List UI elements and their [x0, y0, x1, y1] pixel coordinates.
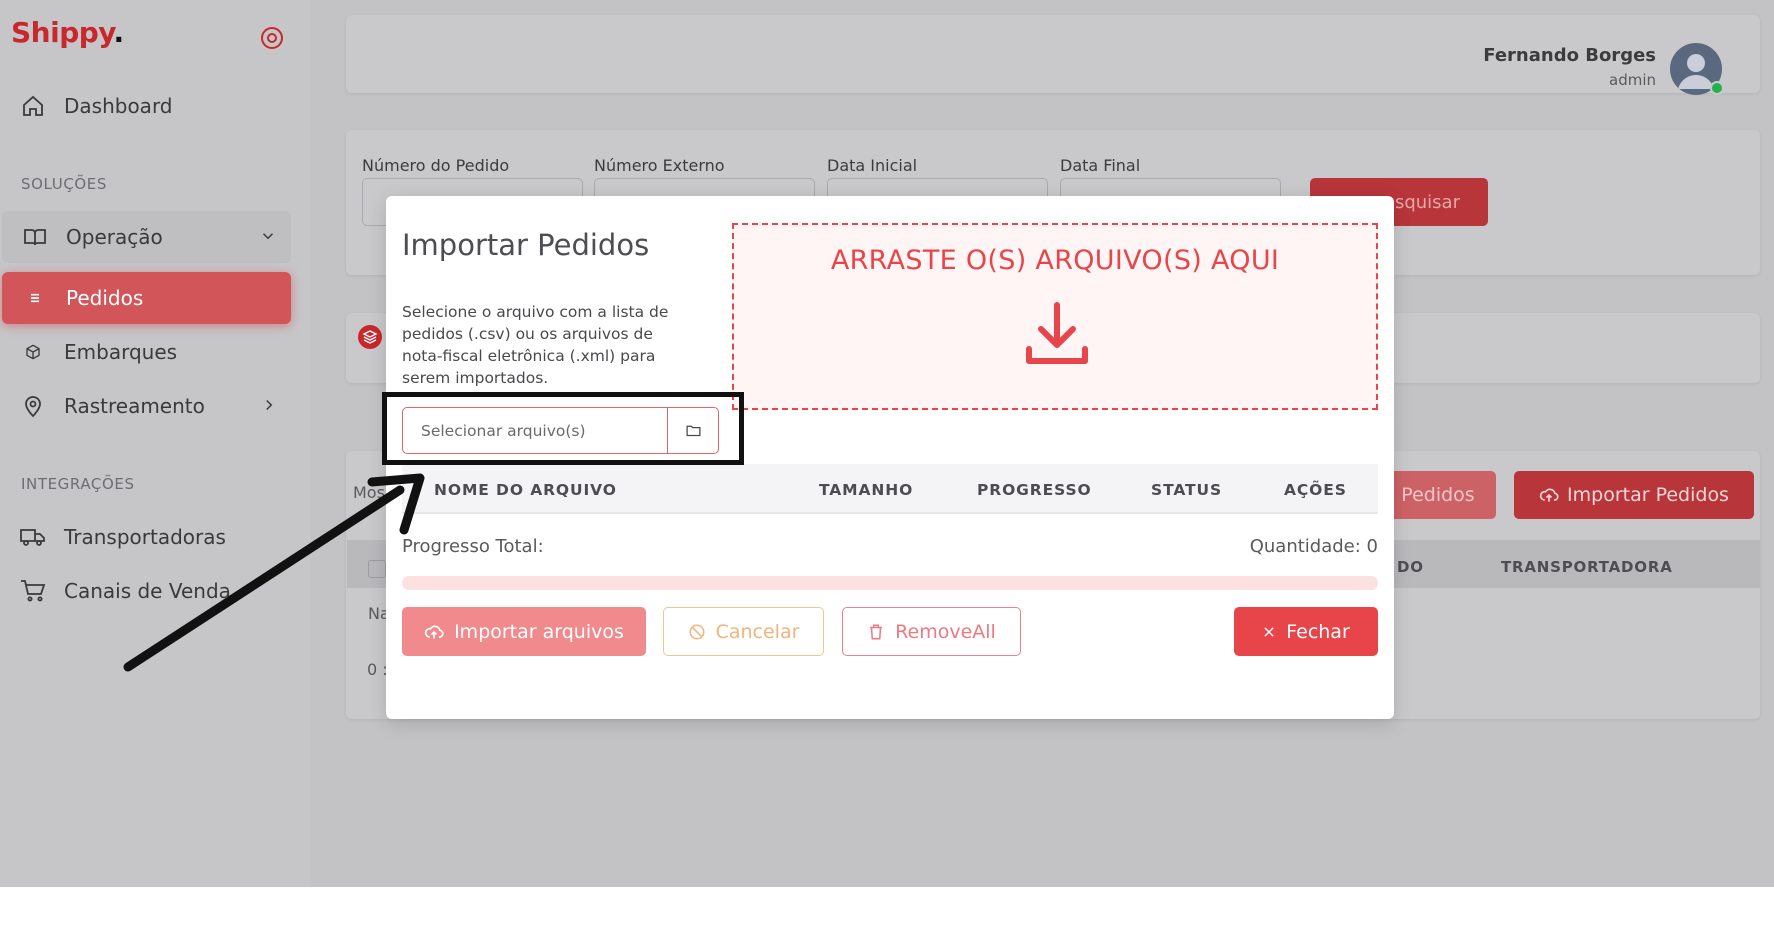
- user-name: Fernando Borges: [1483, 45, 1656, 66]
- cancel-button[interactable]: Cancelar: [663, 607, 824, 656]
- column-header-size: TAMANHO: [819, 481, 914, 499]
- highlight-annotation-box: [382, 392, 744, 465]
- box-icon: [20, 339, 46, 365]
- upload-cloud-icon: [1539, 488, 1559, 502]
- list-icon: [22, 285, 48, 311]
- online-status-dot: [1710, 81, 1724, 95]
- upload-cloud-icon: [424, 625, 444, 639]
- footer-count-text: 0 :: [367, 660, 388, 679]
- dropzone-label: ARRASTE O(S) ARQUIVO(S) AQUI: [830, 245, 1280, 276]
- total-progress-bar: [402, 576, 1378, 590]
- layers-icon: [358, 325, 382, 349]
- brand-logo[interactable]: Shippy.: [11, 16, 124, 49]
- sidebar-item-dashboard[interactable]: Dashboard: [0, 80, 292, 132]
- import-orders-button[interactable]: Importar Pedidos: [1514, 471, 1754, 519]
- book-open-icon: [22, 224, 48, 250]
- quantity-label: Quantidade: 0: [1249, 536, 1378, 557]
- import-files-label: Importar arquivos: [454, 620, 624, 643]
- home-icon: [20, 93, 46, 119]
- modal-description: Selecione o arquivo com a lista de pedid…: [402, 303, 669, 387]
- app-window: Shippy. Dashboard SOLUÇÕES Operação Pedi…: [0, 0, 1774, 887]
- column-header-status: STATUS: [1151, 481, 1223, 499]
- section-label-solucoes: SOLUÇÕES: [21, 175, 107, 193]
- sidebar-item-label: Transportadoras: [64, 525, 226, 549]
- truck-icon: [20, 524, 46, 550]
- sidebar-item-operacao[interactable]: Operação: [2, 211, 291, 263]
- filter-label-external-number: Número Externo: [594, 156, 725, 175]
- ban-icon: [689, 624, 705, 639]
- import-files-button[interactable]: Importar arquivos: [402, 607, 646, 656]
- import-orders-label: Importar Pedidos: [1567, 484, 1729, 506]
- trash-icon: [870, 624, 883, 639]
- show-entries-label: Mos: [353, 483, 385, 502]
- sidebar-item-transportadoras[interactable]: Transportadoras: [0, 511, 292, 563]
- sidebar-item-label: Operação: [66, 225, 163, 249]
- filter-label-start-date: Data Inicial: [827, 156, 918, 175]
- user-role: admin: [1609, 71, 1656, 89]
- sidebar-item-label: Dashboard: [64, 94, 173, 118]
- sidebar-item-canais-de-venda[interactable]: Canais de Venda: [0, 565, 292, 617]
- sidebar-item-pedidos[interactable]: Pedidos: [2, 272, 291, 324]
- chevron-right-icon: [266, 399, 273, 411]
- map-pin-icon: [20, 393, 46, 419]
- sidebar-item-label: Pedidos: [66, 286, 144, 310]
- close-icon: [1264, 626, 1274, 637]
- modal-title: Importar Pedidos: [402, 228, 650, 262]
- download-icon: [1026, 302, 1088, 364]
- sidebar-item-label: Embarques: [64, 340, 178, 364]
- remove-all-label: RemoveAll: [895, 620, 996, 643]
- close-button[interactable]: Fechar: [1234, 607, 1378, 656]
- sidebar-item-embarques[interactable]: Embarques: [0, 326, 292, 378]
- file-dropzone[interactable]: ARRASTE O(S) ARQUIVO(S) AQUI: [732, 223, 1378, 410]
- shopping-cart-icon: [20, 578, 46, 604]
- column-header-transportadora[interactable]: TRANSPORTADORA: [1501, 558, 1673, 576]
- close-label: Fechar: [1286, 620, 1350, 643]
- filter-label-order-number: Número do Pedido: [362, 156, 510, 175]
- cancel-label: Cancelar: [715, 620, 800, 643]
- select-all-checkbox[interactable]: [368, 560, 386, 578]
- sidebar-item-label: Canais de Venda: [64, 579, 231, 603]
- column-header-partial: DO: [1397, 558, 1424, 576]
- target-icon[interactable]: [260, 26, 284, 50]
- sidebar: Shippy. Dashboard SOLUÇÕES Operação Pedi…: [0, 0, 310, 887]
- sidebar-item-rastreamento[interactable]: Rastreamento: [0, 380, 292, 432]
- column-header-file-name: NOME DO ARQUIVO: [434, 481, 617, 499]
- filter-label-end-date: Data Final: [1060, 156, 1141, 175]
- files-table-header: NOME DO ARQUIVO TAMANHO PROGRESSO STATUS…: [402, 464, 1378, 514]
- pedidos-button[interactable]: Pedidos: [1380, 471, 1496, 519]
- top-header: Fernando Borges admin: [346, 15, 1760, 95]
- total-progress-label: Progresso Total:: [402, 536, 544, 557]
- column-header-progress: PROGRESSO: [977, 481, 1092, 499]
- sidebar-item-label: Rastreamento: [64, 394, 205, 418]
- column-header-actions: AÇÕES: [1284, 481, 1347, 499]
- section-label-integracoes: INTEGRAÇÕES: [21, 475, 135, 493]
- chevron-down-icon: [262, 233, 274, 240]
- remove-all-button[interactable]: RemoveAll: [842, 607, 1021, 656]
